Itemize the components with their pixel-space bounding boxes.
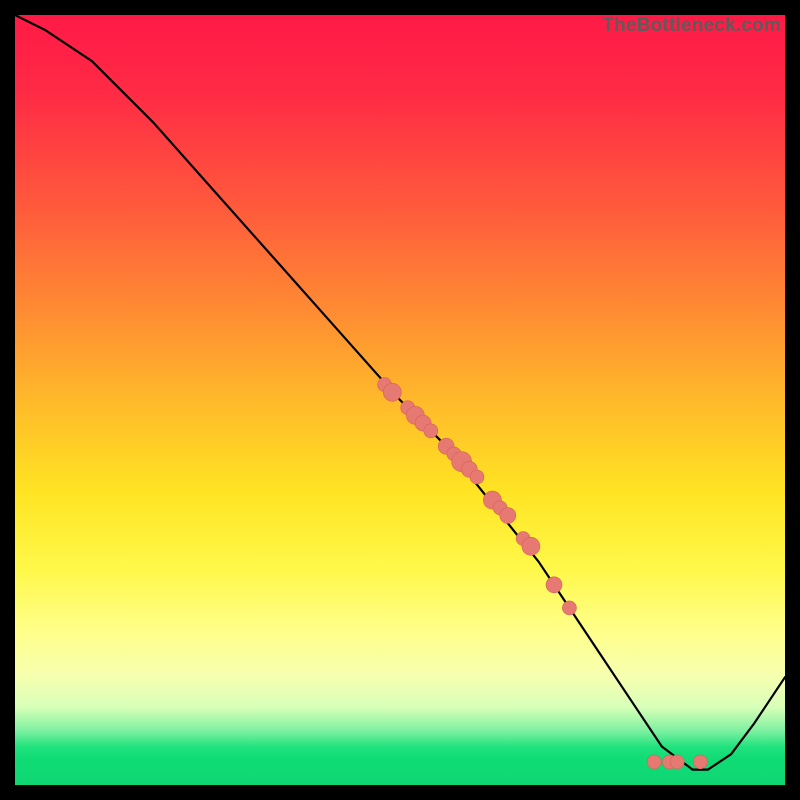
sample-dot [562,601,576,615]
sample-dot [424,424,438,438]
sample-dots-group [378,378,708,769]
sample-dot [693,755,707,769]
sample-dot [647,755,661,769]
app-frame: TheBottleneck.com [0,0,800,800]
sample-dot [522,537,540,555]
sample-dot [670,755,684,769]
sample-dot [500,508,516,524]
sample-dot [383,383,401,401]
chart-overlay [15,15,785,785]
plot-area: TheBottleneck.com [15,15,785,785]
sample-dot [470,470,484,484]
sample-dot [546,577,562,593]
